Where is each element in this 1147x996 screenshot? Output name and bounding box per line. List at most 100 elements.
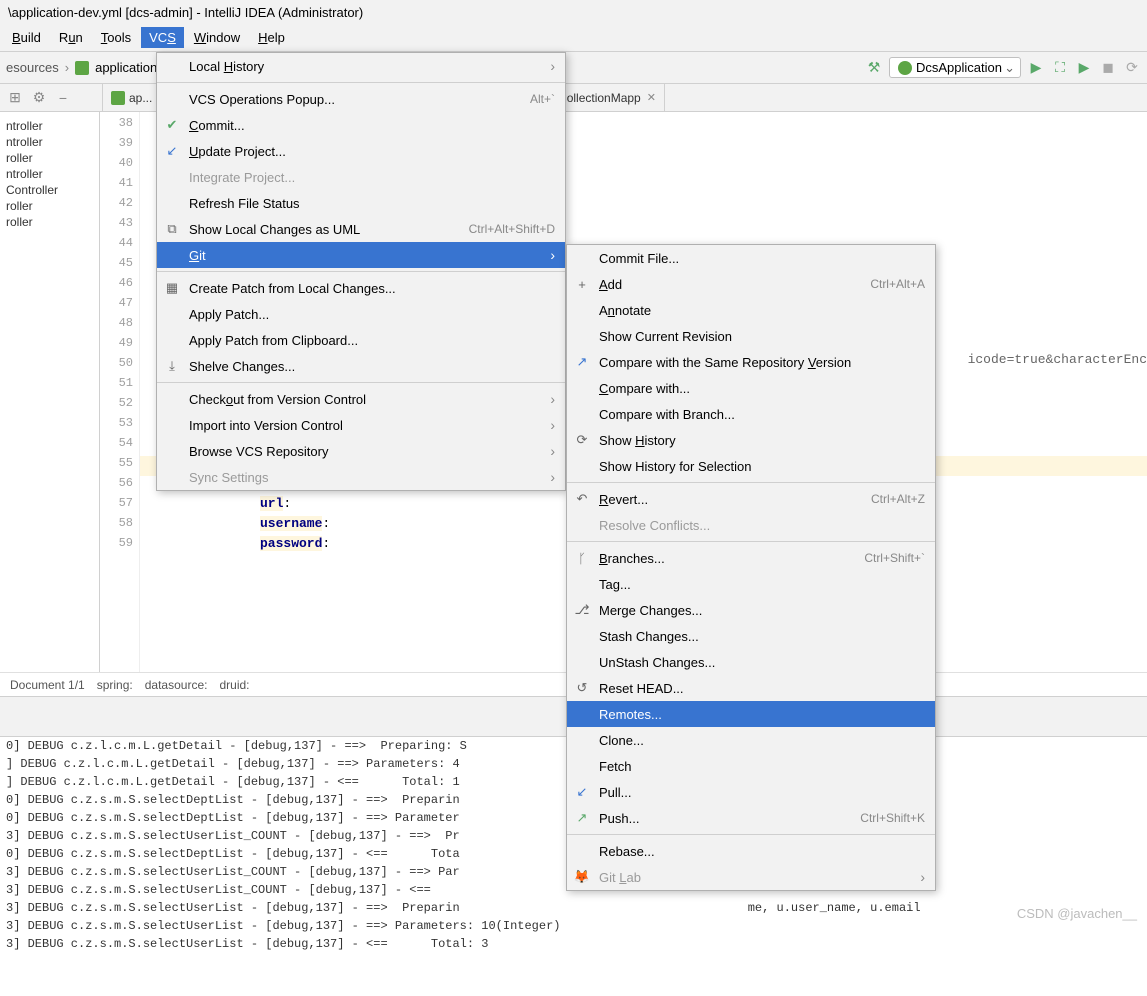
git-menu-item[interactable]: Tag...: [567, 571, 935, 597]
structure-item[interactable]: Controller: [4, 182, 95, 198]
structure-item[interactable]: ntroller: [4, 134, 95, 150]
structure-item[interactable]: roller: [4, 214, 95, 230]
menu-item-label: Branches...: [599, 551, 856, 566]
menu-item-icon: ↗: [573, 810, 591, 826]
vcs-menu-item[interactable]: ↙Update Project...: [157, 138, 565, 164]
line-number: 45: [100, 256, 139, 276]
line-number: 39: [100, 136, 139, 156]
git-menu-item[interactable]: ↶Revert...Ctrl+Alt+Z: [567, 486, 935, 512]
git-menu-item[interactable]: +AddCtrl+Alt+A: [567, 271, 935, 297]
git-menu-item[interactable]: Stash Changes...: [567, 623, 935, 649]
line-number: 57: [100, 496, 139, 516]
menu-item-label: Clone...: [599, 733, 925, 748]
menu-item-label: Apply Patch from Clipboard...: [189, 333, 555, 348]
git-menu-item[interactable]: ⎇Merge Changes...: [567, 597, 935, 623]
git-menu-item[interactable]: Annotate: [567, 297, 935, 323]
code-fragment: icode=true&characterEnc: [968, 352, 1147, 367]
git-menu-item[interactable]: Fetch: [567, 753, 935, 779]
submenu-arrow-icon: [550, 391, 555, 407]
menu-item-label: Annotate: [599, 303, 925, 318]
git-menu-item[interactable]: Compare with Branch...: [567, 401, 935, 427]
keyboard-shortcut: Ctrl+Alt+Z: [871, 492, 925, 506]
keyboard-shortcut: Ctrl+Shift+K: [860, 811, 925, 825]
run-icon[interactable]: ▶: [1027, 59, 1045, 77]
vcs-menu-item: Sync Settings: [157, 464, 565, 490]
keyboard-shortcut: Ctrl+Alt+Shift+D: [469, 222, 555, 236]
menu-help[interactable]: Help: [250, 27, 293, 48]
vcs-menu-item[interactable]: Apply Patch...: [157, 301, 565, 327]
menu-tools[interactable]: Tools: [93, 27, 139, 48]
menu-build[interactable]: Build: [4, 27, 49, 48]
breadcrumb-item[interactable]: esources: [6, 60, 59, 75]
hammer-icon[interactable]: ⚒: [865, 59, 883, 77]
menu-vcs[interactable]: VCS: [141, 27, 184, 48]
vcs-menu-item[interactable]: Apply Patch from Clipboard...: [157, 327, 565, 353]
structure-item[interactable]: roller: [4, 198, 95, 214]
line-number: 50: [100, 356, 139, 376]
git-menu-item[interactable]: Commit File...: [567, 245, 935, 271]
vcs-menu-item[interactable]: Import into Version Control: [157, 412, 565, 438]
breadcrumb-segment[interactable]: druid:: [219, 678, 249, 692]
vcs-menu-item[interactable]: Browse VCS Repository: [157, 438, 565, 464]
menu-item-label: Push...: [599, 811, 852, 826]
structure-item[interactable]: roller: [4, 150, 95, 166]
vcs-menu-item[interactable]: ⧉Show Local Changes as UMLCtrl+Alt+Shift…: [157, 216, 565, 242]
menu-item-label: Stash Changes...: [599, 629, 925, 644]
git-menu-item[interactable]: ⟳Show History: [567, 427, 935, 453]
file-type-icon: [111, 91, 125, 105]
run-configuration-dropdown[interactable]: DcsApplication: [889, 57, 1021, 78]
git-menu-item[interactable]: ↺Reset HEAD...: [567, 675, 935, 701]
settings-icon[interactable]: ⚙: [30, 89, 48, 107]
git-menu-item[interactable]: ↗ Push... Ctrl+Shift+K: [567, 805, 935, 831]
git-menu-item[interactable]: UnStash Changes...: [567, 649, 935, 675]
stop-icon[interactable]: ◼: [1099, 59, 1117, 77]
vcs-menu-item[interactable]: Refresh File Status: [157, 190, 565, 216]
run-coverage-icon[interactable]: ▶: [1075, 59, 1093, 77]
git-menu-item[interactable]: Clone...: [567, 727, 935, 753]
git-menu-item[interactable]: Show History for Selection: [567, 453, 935, 479]
vcs-menu-item[interactable]: Git: [157, 242, 565, 268]
vcs-menu-item[interactable]: Checkout from Version Control: [157, 386, 565, 412]
git-menu-item[interactable]: Remotes...: [567, 701, 935, 727]
vcs-dropdown-menu: Local History VCS Operations Popup...Alt+…: [156, 52, 566, 491]
menu-item-label: Commit File...: [599, 251, 925, 266]
menu-item-label: Checkout from Version Control: [189, 392, 542, 407]
menu-item-icon: ↶: [573, 491, 591, 507]
window-title-bar: \application-dev.yml [dcs-admin] - Intel…: [0, 0, 1147, 24]
breadcrumb-segment[interactable]: datasource:: [145, 678, 208, 692]
menu-run[interactable]: Run: [51, 27, 91, 48]
vcs-menu-item[interactable]: ▦Create Patch from Local Changes...: [157, 275, 565, 301]
structure-tool-buttons: ⊞ ⚙ −: [0, 84, 103, 111]
menu-item-icon: ↙: [573, 784, 591, 800]
collapse-icon[interactable]: −: [54, 89, 72, 107]
vcs-menu-item[interactable]: ✔Commit...: [157, 112, 565, 138]
submenu-arrow-icon: [550, 58, 555, 74]
git-menu-item[interactable]: ↗Compare with the Same Repository Versio…: [567, 349, 935, 375]
vcs-menu-item[interactable]: ⤓Shelve Changes...: [157, 353, 565, 379]
expand-icon[interactable]: [78, 89, 96, 107]
structure-item[interactable]: ntroller: [4, 118, 95, 134]
git-menu-item[interactable]: Compare with...: [567, 375, 935, 401]
line-number: 43: [100, 216, 139, 236]
menu-item-label: Compare with Branch...: [599, 407, 925, 422]
update-icon[interactable]: ⟳: [1123, 59, 1141, 77]
menu-item-label: Apply Patch...: [189, 307, 555, 322]
vcs-menu-item[interactable]: Local History: [157, 53, 565, 79]
menu-item-label: Sync Settings: [189, 470, 542, 485]
close-icon[interactable]: ✕: [647, 91, 656, 104]
menu-item-icon: ⟳: [573, 432, 591, 448]
menu-window[interactable]: Window: [186, 27, 248, 48]
structure-item[interactable]: ntroller: [4, 166, 95, 182]
menu-separator: [567, 834, 935, 835]
vcs-menu-item[interactable]: VCS Operations Popup...Alt+`: [157, 86, 565, 112]
menu-item-icon: ✔: [163, 117, 181, 133]
git-menu-item[interactable]: Rebase...: [567, 838, 935, 864]
git-menu-item[interactable]: ↙Pull...: [567, 779, 935, 805]
git-menu-item[interactable]: Show Current Revision: [567, 323, 935, 349]
breadcrumb-segment[interactable]: Document 1/1: [10, 678, 85, 692]
breadcrumb-segment[interactable]: spring:: [97, 678, 133, 692]
debug-icon[interactable]: ⛶: [1051, 59, 1069, 77]
git-submenu: Commit File... +AddCtrl+Alt+A Annotate Show…: [566, 244, 936, 891]
structure-icon[interactable]: ⊞: [6, 89, 24, 107]
git-menu-item[interactable]: ᚴBranches...Ctrl+Shift+`: [567, 545, 935, 571]
